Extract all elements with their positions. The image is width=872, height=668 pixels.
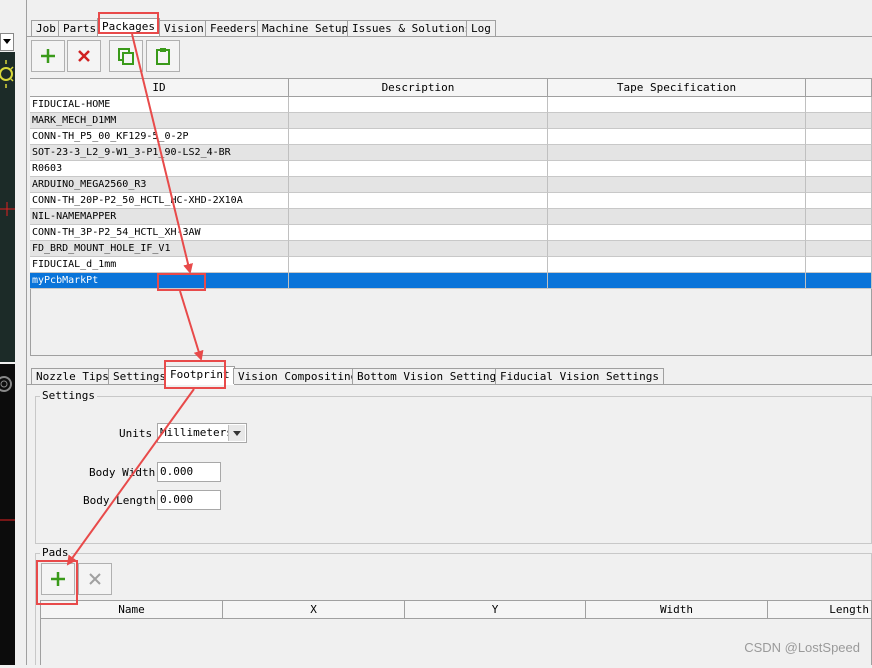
- arrow-footprint-to-add: [66, 388, 195, 566]
- annotation-arrows: [66, 33, 204, 566]
- watermark: CSDN @LostSpeed: [744, 640, 860, 655]
- arrow-row-to-footprint: [179, 290, 204, 361]
- arrow-tab-to-row: [131, 33, 193, 274]
